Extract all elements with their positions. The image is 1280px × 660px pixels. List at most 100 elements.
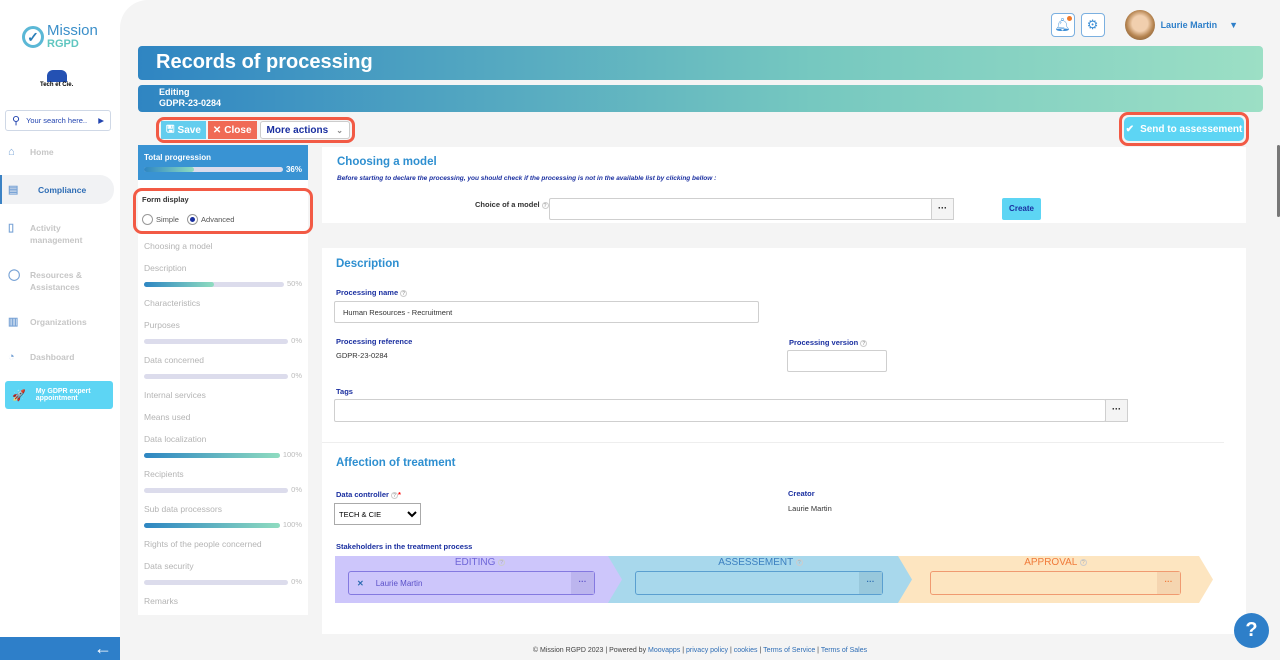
user-name[interactable]: Laurie Martin [1161, 20, 1218, 30]
arrow-right-icon[interactable]: ▶ [98, 116, 104, 125]
send-to-assessment-button[interactable]: ✔ Send to assessement [1124, 117, 1244, 141]
settings-button[interactable]: ⚙ [1080, 13, 1105, 37]
step-progress-bar [144, 452, 280, 458]
divider [322, 442, 1224, 443]
top-bar: 🔔︎ ⚙ Laurie Martin ▼ [1050, 10, 1238, 40]
collapse-sidebar-button[interactable]: ← [0, 637, 120, 660]
step-sub-data-processors[interactable]: Sub data processors 100% [144, 503, 302, 538]
step-means-used[interactable]: Means used [144, 411, 302, 433]
total-progression: Total progression 36% [138, 145, 308, 180]
more-actions-dropdown[interactable]: More actions ⌄ [259, 121, 350, 139]
sidebar-item-resources[interactable]: ◯ Resources & Assistances [0, 269, 114, 293]
total-progress-bar [144, 167, 283, 172]
step-progress-bar [144, 487, 289, 493]
step-progress-bar [144, 579, 289, 585]
choosing-model-section: Choosing a model Before starting to decl… [322, 147, 1246, 223]
sidebar-item-dashboard[interactable]: ◔ Dashboard [0, 351, 114, 363]
editing-picker-button[interactable]: ··· [571, 572, 594, 594]
remove-icon[interactable]: ✕ [357, 579, 364, 588]
sidebar-item-home[interactable]: ⌂ Home [0, 146, 114, 158]
step-rights-of-the-people-concerned[interactable]: Rights of the people concerned [144, 538, 302, 560]
step-progress-bar [144, 522, 280, 528]
gdpr-appointment-button[interactable]: 🚀 My GDPR expert appointment [5, 381, 113, 409]
sidebar-item-compliance[interactable]: ▤ Compliance [0, 175, 114, 204]
progress-panel: Total progression 36% Form display Simple… [133, 145, 313, 617]
moovapps-link[interactable]: Moovapps [648, 647, 680, 654]
approval-picker-button[interactable]: ··· [1157, 572, 1180, 594]
search-input[interactable]: ⚲ Your search here.. ▶ [5, 110, 111, 131]
send-to-assessment-wrapper: ✔ Send to assessement [1119, 112, 1249, 146]
step-data-security[interactable]: Data security 0% [144, 560, 302, 595]
chevron-down-icon[interactable]: ▼ [1229, 20, 1238, 30]
step-data-concerned[interactable]: Data concerned 0% [144, 354, 302, 389]
help-icon: ? [541, 201, 549, 209]
tags-input[interactable] [334, 399, 1106, 422]
sales-link[interactable]: Terms of Sales [821, 647, 867, 654]
step-recipients[interactable]: Recipients 0% [144, 468, 302, 503]
step-progress-bar [144, 338, 289, 344]
sidebar: ✓ Mission RGPD Tech et Cie. ⚲ Your search h… [0, 0, 120, 660]
steps-list: Choosing a model Description 50% Characteri… [144, 240, 302, 617]
tos-link[interactable]: Terms of Service [763, 647, 815, 654]
sidebar-item-activity[interactable]: ▯ Activity management [0, 222, 114, 246]
rocket-icon: 🚀 [12, 389, 26, 402]
home-icon: ⌂ [8, 146, 15, 158]
main-area: 🔔︎ ⚙ Laurie Martin ▼ Records of processi… [120, 0, 1280, 660]
sidebar-item-organizations[interactable]: ▥ Organizations [0, 316, 114, 328]
help-button[interactable]: ? [1234, 613, 1269, 648]
step-remarks[interactable]: Remarks [144, 595, 302, 617]
privacy-link[interactable]: privacy policy [686, 647, 728, 654]
stage-editing: EDITING ? ✕ Laurie Martin ··· [335, 556, 625, 603]
stage-assessment: ASSESSEMENT ? ··· [608, 556, 913, 603]
gear-icon: ⚙ [1086, 17, 1099, 32]
form-display: Form display Simple Advanced [133, 188, 313, 234]
approval-stakeholder-field[interactable]: ··· [930, 571, 1181, 595]
model-choice-input[interactable] [549, 198, 933, 220]
chevron-down-icon: ⌄ [336, 125, 343, 135]
assessment-picker-button[interactable]: ··· [859, 572, 882, 594]
buildings-icon: ▥ [8, 316, 19, 328]
step-internal-services[interactable]: Internal services [144, 389, 302, 411]
step-data-localization[interactable]: Data localization 100% [144, 433, 302, 468]
help-icon: ? [860, 339, 868, 347]
notifications-button[interactable]: 🔔︎ [1050, 13, 1075, 37]
create-button[interactable]: Create [1002, 198, 1041, 220]
step-choosing-a-model[interactable]: Choosing a model [144, 240, 302, 262]
step-purposes[interactable]: Purposes 0% [144, 319, 302, 354]
radio-advanced[interactable]: Advanced [187, 214, 234, 225]
document-icon: ▤ [8, 183, 19, 196]
assessment-stakeholder-field[interactable]: ··· [635, 571, 883, 595]
check-icon: ✔ [1125, 123, 1135, 135]
processing-name-input[interactable]: Human Resources - Recruitment [334, 301, 759, 323]
cookies-link[interactable]: cookies [734, 647, 758, 654]
close-icon: ✕ [212, 124, 222, 136]
model-picker-button[interactable]: ··· [931, 198, 954, 220]
close-button[interactable]: ✕ Close [207, 121, 257, 139]
save-icon: 🖫 [166, 123, 175, 135]
save-button[interactable]: 🖫 Save [161, 121, 206, 139]
question-icon: ? [1245, 619, 1258, 641]
data-controller-select[interactable]: TECH & CIE [334, 503, 421, 525]
notification-dot [1066, 16, 1072, 21]
avatar[interactable] [1124, 10, 1155, 40]
help-icon: ? [796, 559, 803, 566]
client-logo: Tech et Cie. [40, 70, 73, 88]
toolbar: 🖫 Save ✕ Close More actions ⌄ [156, 117, 355, 143]
help-icon: ? [498, 559, 505, 566]
page-title: Records of processing [138, 46, 1263, 80]
footer: © Mission RGPD 2023 | Powered by Moovapp… [532, 647, 868, 654]
bookmark-icon: ▯ [8, 222, 15, 234]
record-status: Editing GDPR-23-0284 [138, 85, 1263, 112]
editing-stakeholder-field[interactable]: ✕ Laurie Martin ··· [348, 571, 595, 595]
radio-simple[interactable]: Simple [142, 214, 179, 225]
chat-icon: ◯ [8, 269, 21, 281]
step-characteristics[interactable]: Characteristics [144, 297, 302, 319]
arrow-left-icon: ← [94, 638, 112, 658]
stage-approval: APPROVAL ? ··· [898, 556, 1213, 603]
dashboard-icon: ◔ [8, 351, 15, 363]
tags-picker-button[interactable]: ··· [1105, 399, 1128, 422]
help-icon: ? [400, 289, 408, 297]
step-description[interactable]: Description 50% [144, 262, 302, 297]
processing-version-input[interactable] [787, 350, 887, 372]
app-logo[interactable]: ✓ Mission RGPD [22, 23, 98, 50]
